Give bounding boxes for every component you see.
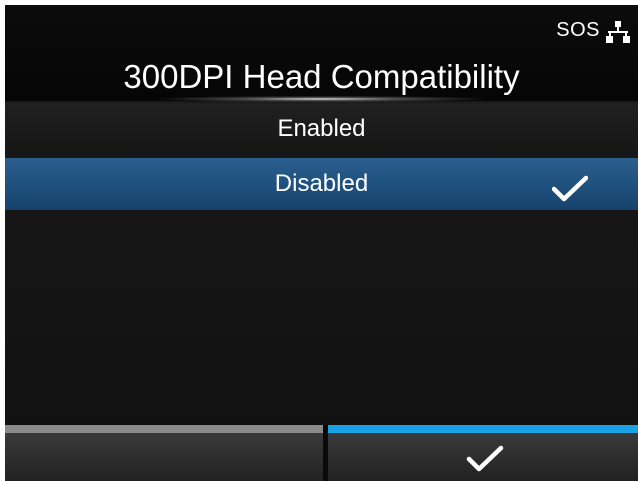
screen: SOS 300DPI Head Compatibility Enabled Di… [5, 5, 638, 481]
header: SOS 300DPI Head Compatibility [5, 5, 638, 102]
option-list: Enabled Disabled [5, 103, 638, 213]
sos-status: SOS [556, 19, 600, 41]
confirm-button[interactable] [328, 425, 638, 481]
check-icon [551, 170, 589, 202]
option-disabled[interactable]: Disabled [5, 158, 638, 210]
back-button[interactable] [5, 425, 323, 481]
footer [5, 425, 638, 481]
header-divider-glow [161, 96, 481, 102]
option-label: Enabled [277, 115, 366, 142]
option-label: Disabled [274, 170, 369, 197]
page-title: 300DPI Head Compatibility [123, 58, 520, 95]
option-enabled[interactable]: Enabled [5, 103, 638, 155]
network-icon [606, 21, 630, 43]
check-icon [466, 445, 504, 473]
